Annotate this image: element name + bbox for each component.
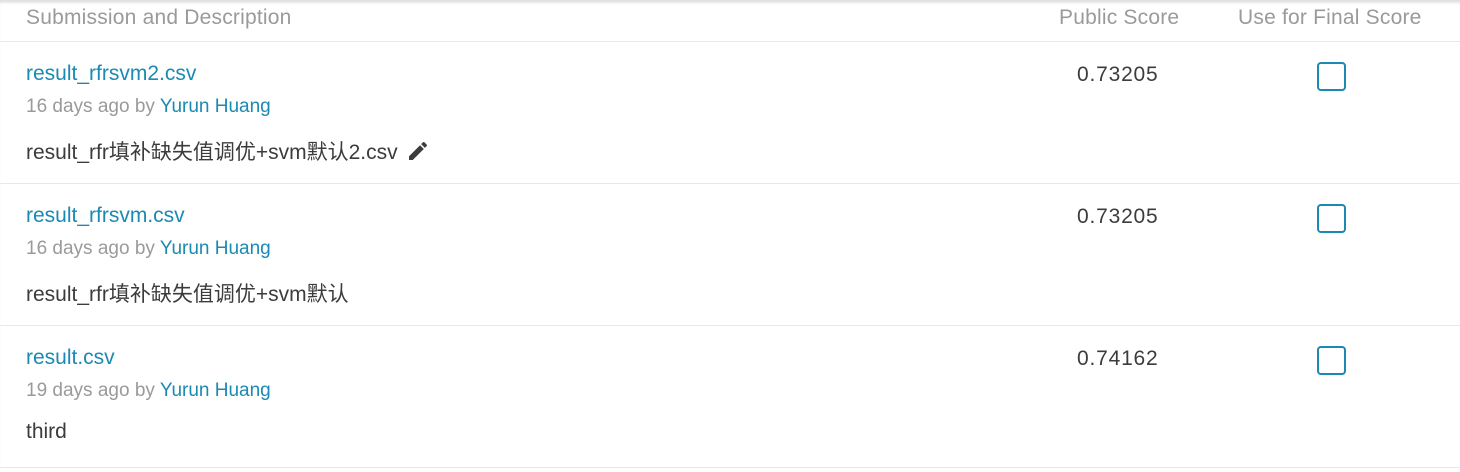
submission-age: 16 days ago <box>26 96 130 117</box>
submission-description: third <box>26 420 67 444</box>
submission-description: result_rfr填补缺失值调优+svm默认 <box>26 278 349 308</box>
submission-description-text: result_rfr填补缺失值调优+svm默认2.csv <box>26 141 398 164</box>
submission-user-link[interactable]: Yurun Huang <box>160 96 271 117</box>
public-score: 0.73205 <box>1077 63 1159 86</box>
submission-by: by <box>134 380 155 401</box>
submission-description-text: third <box>26 420 67 443</box>
pencil-icon[interactable] <box>406 139 430 163</box>
submission-user-link[interactable]: Yurun Huang <box>160 238 271 259</box>
table-header: Submission and Description Public Score … <box>0 1 1460 42</box>
submission-column-header: Submission and Description <box>26 6 292 29</box>
use-for-final-checkbox[interactable] <box>1317 62 1346 91</box>
use-for-final-checkbox[interactable] <box>1317 346 1346 375</box>
submission-meta: 16 days ago by Yurun Huang <box>26 96 271 118</box>
submission-filename-link[interactable]: result_rfrsvm.csv <box>26 204 185 228</box>
submission-description: result_rfr填补缺失值调优+svm默认2.csv <box>26 136 430 166</box>
submission-user-link[interactable]: Yurun Huang <box>160 380 271 401</box>
submission-by: by <box>134 238 155 259</box>
submission-meta: 19 days ago by Yurun Huang <box>26 380 271 402</box>
submission-row: result_rfrsvm.csv 16 days ago by Yurun H… <box>0 184 1460 326</box>
public-score: 0.73205 <box>1077 205 1159 228</box>
final-score-column-header: Use for Final Score <box>1238 6 1422 29</box>
submission-row: result.csv 19 days ago by Yurun Huang th… <box>0 326 1460 468</box>
submission-description-text: result_rfr填补缺失值调优+svm默认 <box>26 283 349 306</box>
submission-age: 16 days ago <box>26 238 130 259</box>
submission-filename-link[interactable]: result.csv <box>26 346 115 370</box>
submission-row: result_rfrsvm2.csv 16 days ago by Yurun … <box>0 42 1460 184</box>
public-score: 0.74162 <box>1077 347 1159 370</box>
submissions-table: Submission and Description Public Score … <box>0 0 1460 472</box>
use-for-final-checkbox[interactable] <box>1317 204 1346 233</box>
submission-age: 19 days ago <box>26 380 130 401</box>
submission-by: by <box>134 96 155 117</box>
submission-filename-link[interactable]: result_rfrsvm2.csv <box>26 62 196 86</box>
public-score-column-header: Public Score <box>1059 6 1180 29</box>
submission-meta: 16 days ago by Yurun Huang <box>26 238 271 260</box>
